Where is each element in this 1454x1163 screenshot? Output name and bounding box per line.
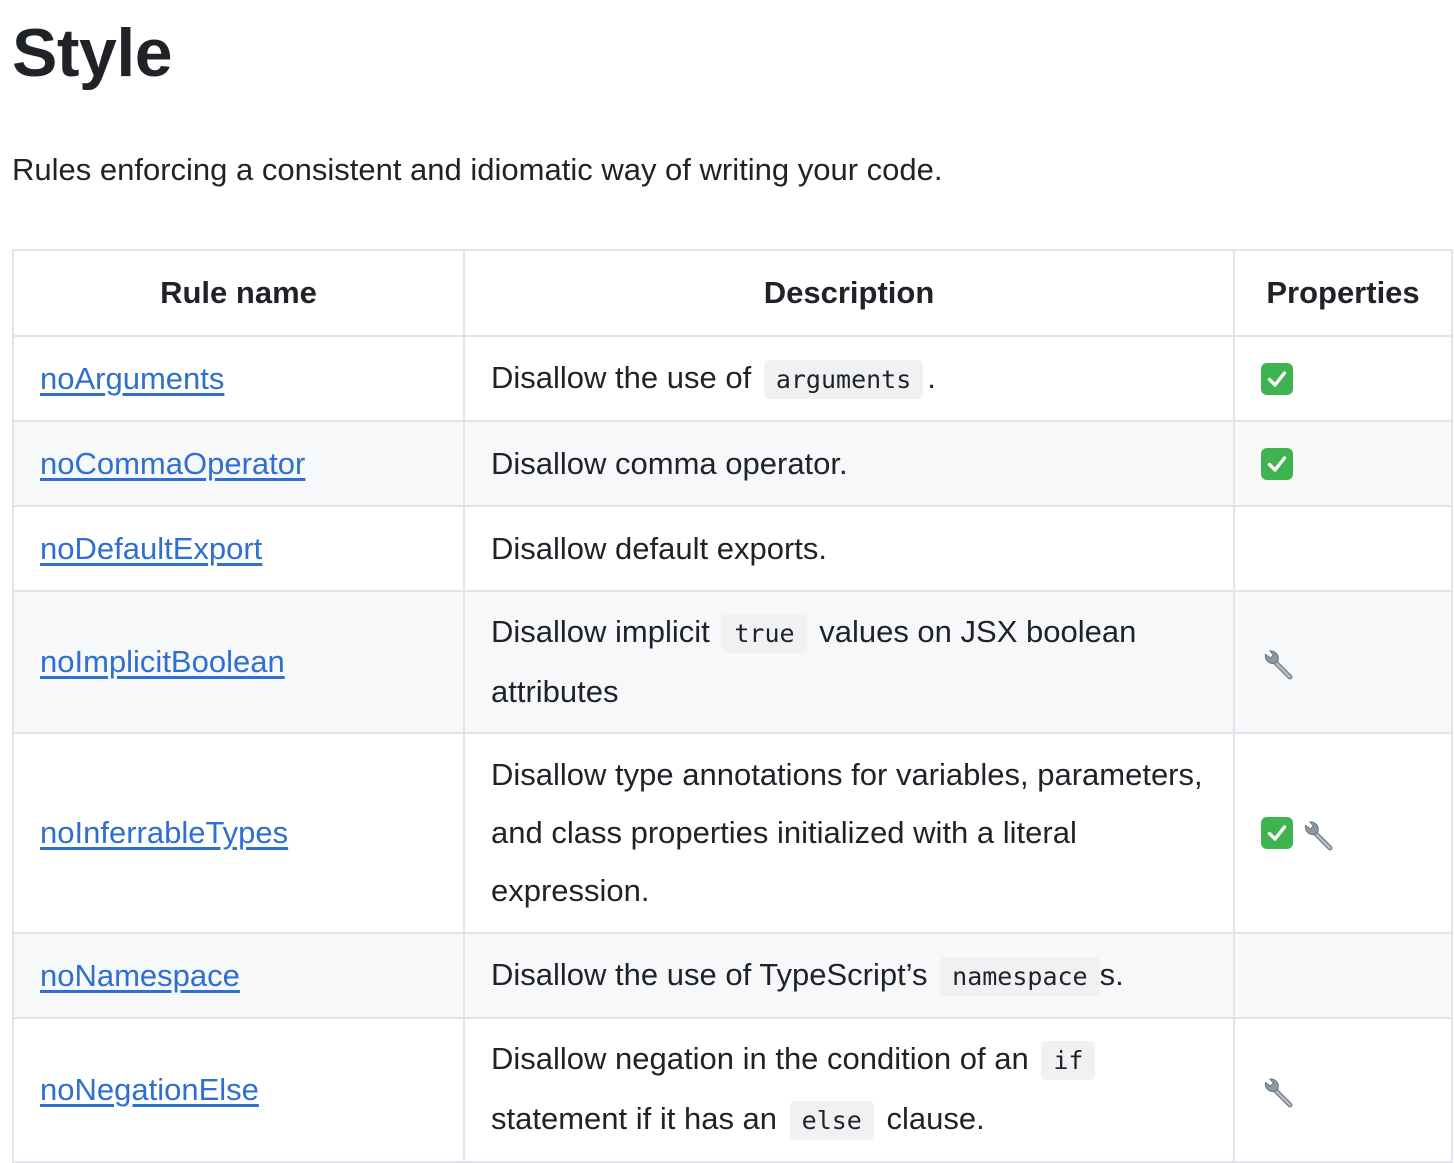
properties-icons (1261, 1072, 1425, 1108)
description-text: statement if it has an (491, 1101, 786, 1136)
table-row: noNamespace Disallow the use of TypeScri… (12, 932, 1453, 1019)
inline-code: namespace (940, 956, 1100, 996)
rule-link[interactable]: noArguments (40, 361, 224, 396)
inline-code: true (722, 614, 807, 653)
header-description: Description (463, 249, 1235, 337)
description-cell: Disallow type annotations for variables,… (463, 732, 1235, 934)
table-row: noArguments Disallow the use of argument… (12, 335, 1453, 422)
description-text: . (927, 359, 936, 395)
description-text: Disallow the use of TypeScript’s (491, 956, 937, 992)
header-rule-name: Rule name (12, 249, 465, 337)
check-icon (1261, 447, 1293, 480)
description-text: Disallow type annotations for variables,… (491, 757, 1203, 908)
properties-icons (1261, 447, 1425, 480)
properties-icons (1261, 815, 1425, 851)
table-row: noImplicitBoolean Disallow implicit true… (12, 590, 1453, 734)
rule-name-cell: noInferrableTypes (12, 732, 465, 934)
inline-code: if (1041, 1041, 1096, 1080)
rule-name-cell: noImplicitBoolean (12, 590, 465, 734)
rule-name-cell: noCommaOperator (12, 420, 465, 507)
rule-name-cell: noNegationElse (12, 1017, 465, 1163)
table-row: noDefaultExport Disallow default exports… (12, 505, 1453, 592)
rule-name-cell: noDefaultExport (12, 505, 465, 592)
page: Style Rules enforcing a consistent and i… (0, 0, 1454, 1163)
table-header-row: Rule name Description Properties (12, 249, 1453, 337)
page-title: Style (12, 15, 173, 91)
rule-name-cell: noNamespace (12, 932, 465, 1019)
description-text: Disallow the use of (491, 359, 760, 395)
rules-table: Rule name Description Properties noArgum… (12, 249, 1453, 1163)
description-text: Disallow negation in the condition of an (491, 1041, 1038, 1076)
table-row: noNegationElse Disallow negation in the … (12, 1017, 1453, 1163)
rule-link[interactable]: noNamespace (40, 958, 240, 993)
description-text: clause. (877, 1101, 985, 1136)
description-text: Disallow comma operator. (491, 445, 848, 481)
description-cell: Disallow negation in the condition of an… (463, 1017, 1235, 1163)
properties-cell (1233, 420, 1453, 507)
description-cell: Disallow implicit true values on JSX boo… (463, 590, 1235, 734)
description-cell: Disallow the use of arguments. (463, 335, 1235, 422)
rule-link[interactable]: noDefaultExport (40, 531, 262, 566)
table-row: noInferrableTypes Disallow type annotati… (12, 732, 1453, 934)
properties-cell (1233, 932, 1453, 1019)
properties-cell (1233, 732, 1453, 934)
description-cell: Disallow default exports. (463, 505, 1235, 592)
properties-icons (1261, 644, 1425, 680)
inline-code: arguments (763, 359, 924, 399)
properties-cell (1233, 335, 1453, 422)
check-icon (1261, 817, 1293, 849)
description-text: s. (1099, 956, 1124, 992)
description-cell: Disallow the use of TypeScript’s namespa… (463, 932, 1235, 1019)
inline-code: else (789, 1101, 874, 1140)
header-properties: Properties (1233, 249, 1453, 337)
rule-link[interactable]: noInferrableTypes (40, 815, 288, 850)
table-row: noCommaOperator Disallow comma operator. (12, 420, 1453, 507)
wrench-icon (1261, 1072, 1297, 1108)
description-text: Disallow implicit (491, 614, 719, 649)
wrench-icon (1261, 644, 1297, 680)
properties-icons (1261, 362, 1425, 395)
rule-link[interactable]: noNegationElse (40, 1072, 259, 1107)
rule-link[interactable]: noImplicitBoolean (40, 644, 285, 679)
wrench-icon (1301, 815, 1337, 851)
description-cell: Disallow comma operator. (463, 420, 1235, 507)
properties-cell (1233, 590, 1453, 734)
page-intro: Rules enforcing a consistent and idiomat… (12, 152, 943, 187)
properties-cell (1233, 1017, 1453, 1163)
check-icon (1261, 362, 1293, 395)
rule-name-cell: noArguments (12, 335, 465, 422)
rule-link[interactable]: noCommaOperator (40, 446, 305, 481)
description-text: Disallow default exports. (491, 530, 827, 566)
properties-cell (1233, 505, 1453, 592)
